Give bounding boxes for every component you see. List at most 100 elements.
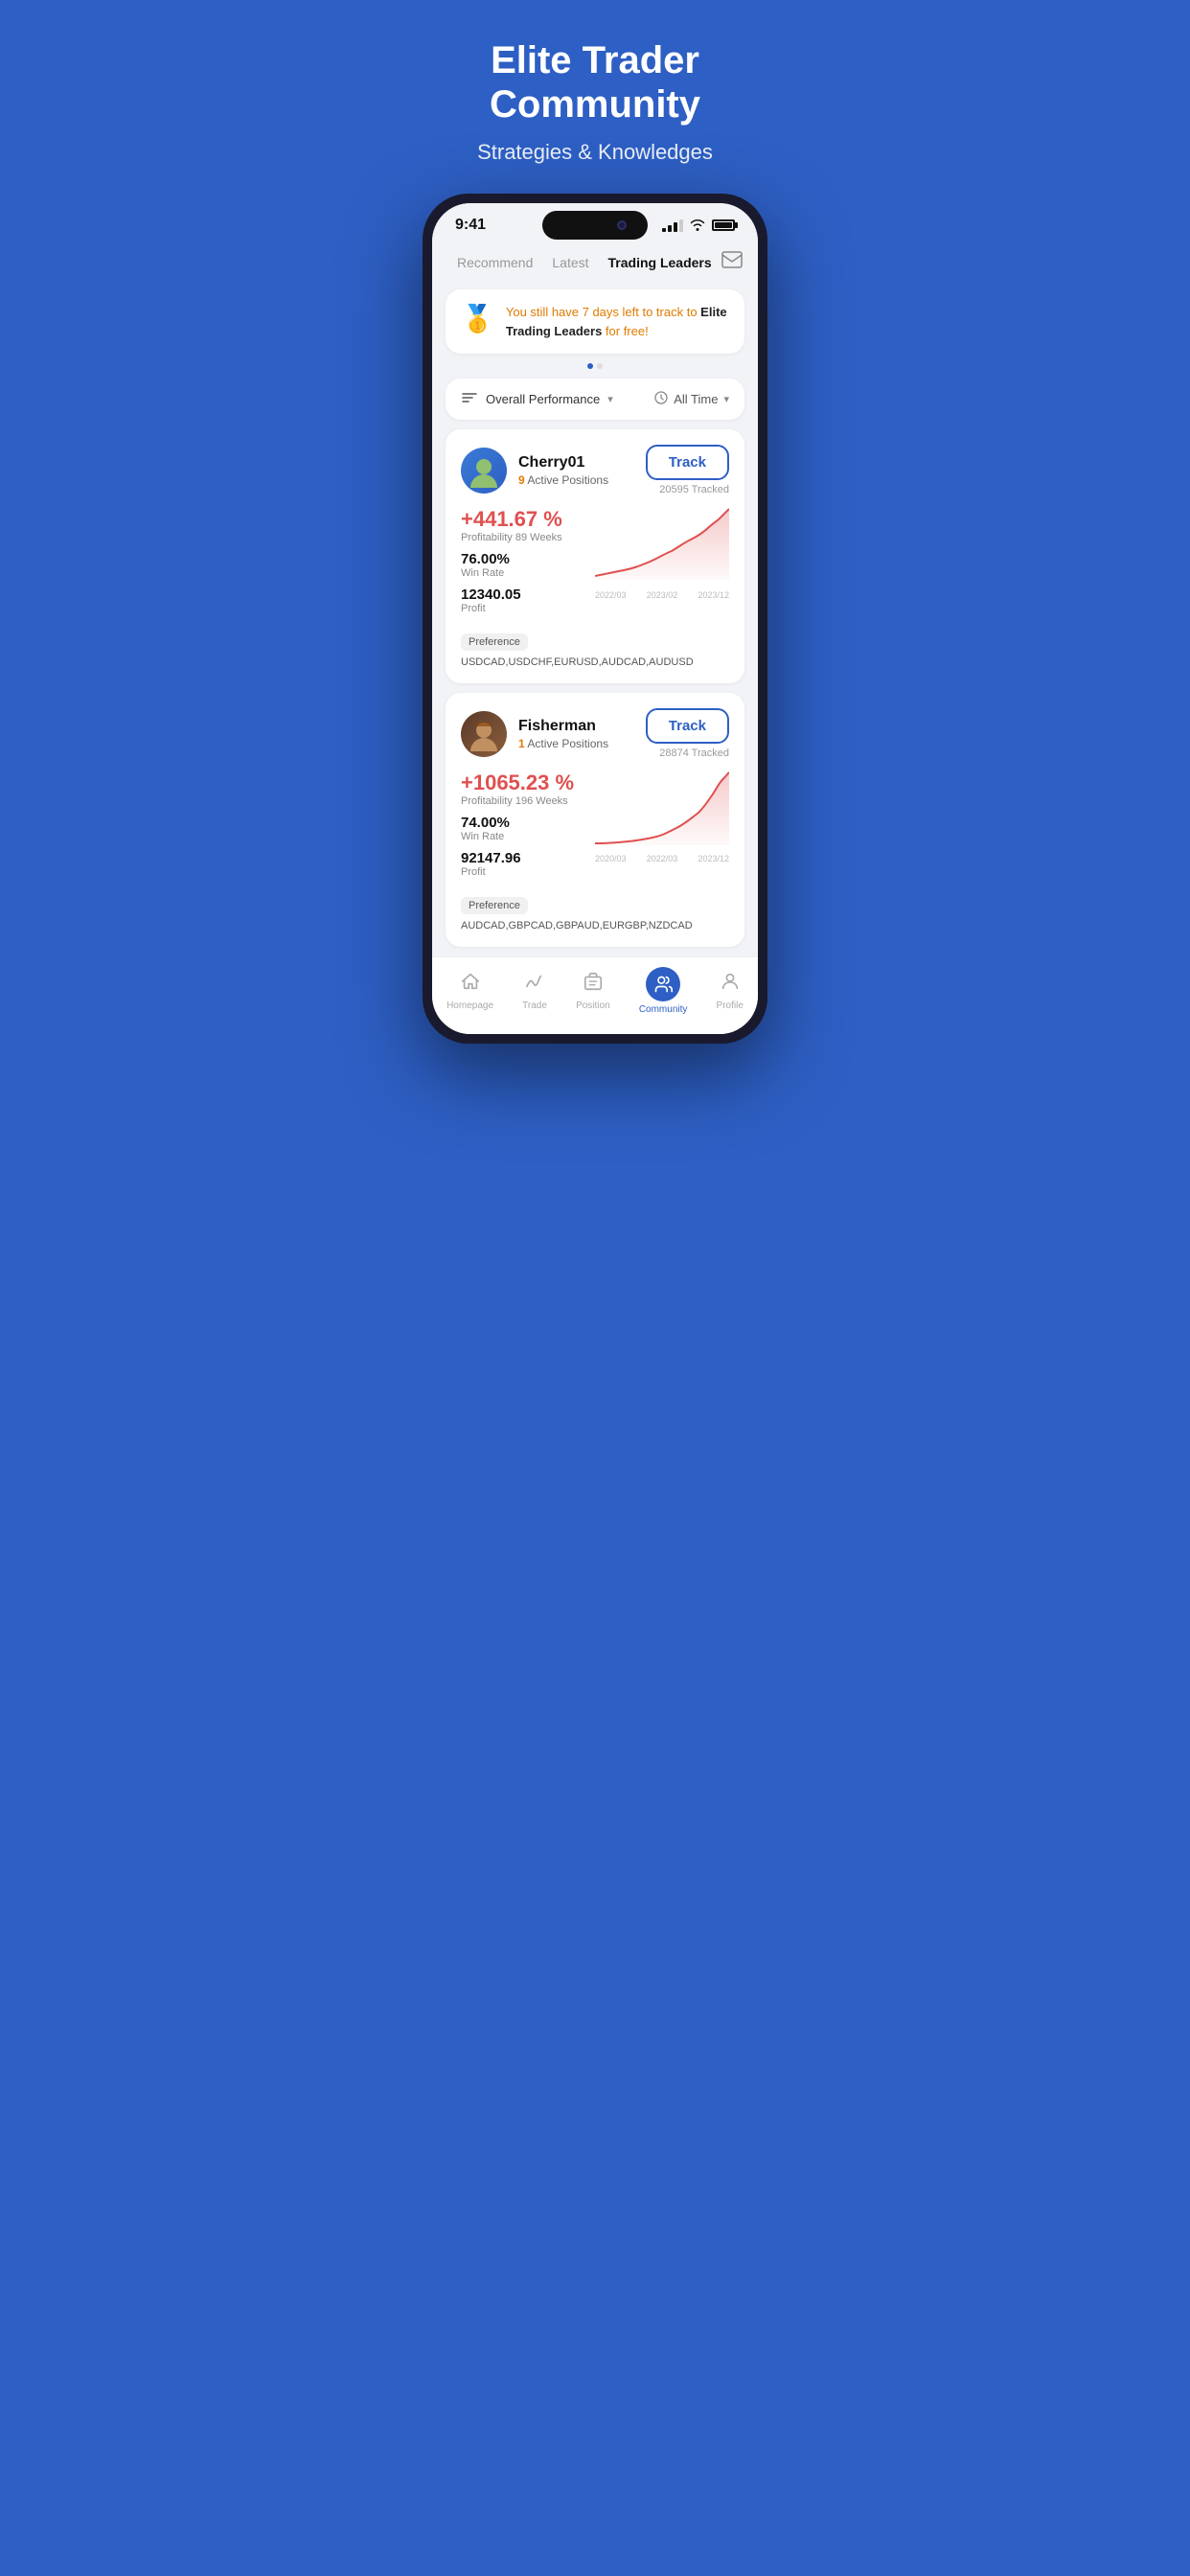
profitability-label-cherry01: Profitability 89 Weeks — [461, 532, 584, 543]
preference-tag-fisherman: Preference — [461, 897, 528, 914]
wifi-icon — [689, 218, 706, 234]
profit-label-fisherman: Profit — [461, 866, 584, 878]
nav-label-homepage: Homepage — [446, 1000, 493, 1011]
track-button-cherry01[interactable]: Track — [646, 445, 729, 480]
avatar-cherry01 — [461, 448, 507, 494]
trader-positions-cherry01: 9 Active Positions — [518, 473, 608, 487]
tracked-count-fisherman: 28874 Tracked — [659, 748, 729, 759]
chart-dates-cherry01: 2022/03 2023/02 2023/12 — [595, 588, 729, 600]
track-button-fisherman[interactable]: Track — [646, 708, 729, 744]
win-rate-value-fisherman: 74.00% — [461, 815, 584, 831]
profile-icon — [720, 971, 741, 998]
trader-card-cherry01: Cherry01 9 Active Positions Track 20595 … — [446, 429, 744, 683]
promo-banner: 🥇 You still have 7 days left to track to… — [446, 289, 744, 354]
chart-date-f2: 2022/03 — [647, 854, 678, 863]
preference-row-fisherman: Preference AUDCAD,GBPCAD,GBPAUD,EURGBP,N… — [461, 897, 729, 932]
nav-label-trade: Trade — [522, 1000, 547, 1011]
profitability-label-fisherman: Profitability 196 Weeks — [461, 795, 584, 807]
home-icon — [460, 971, 481, 998]
promo-dots — [446, 363, 744, 369]
hero-subtitle: Strategies & Knowledges — [425, 140, 765, 165]
notch — [542, 211, 648, 240]
status-bar: 9:41 — [432, 203, 758, 242]
status-icons — [662, 218, 735, 234]
chart-dates-fisherman: 2020/03 2022/03 2023/12 — [595, 852, 729, 863]
trader-info-fisherman: Fisherman 1 Active Positions — [461, 711, 608, 757]
win-rate-value-cherry01: 76.00% — [461, 551, 584, 567]
mail-icon[interactable] — [721, 251, 743, 274]
nav-item-community[interactable]: Community — [639, 967, 688, 1015]
trader-details-fisherman: Fisherman 1 Active Positions — [518, 718, 608, 750]
profit-row-fisherman: 92147.96 Profit — [461, 850, 584, 878]
phone-wrapper: 9:41 — [397, 194, 793, 1063]
chart-date-1: 2022/03 — [595, 590, 627, 600]
win-rate-row-cherry01: 76.00% Win Rate — [461, 551, 584, 579]
trader-stats-fisherman: +1065.23 % Profitability 196 Weeks 74.00… — [461, 770, 584, 886]
hero-title: Elite TraderCommunity — [425, 38, 765, 126]
status-time: 9:41 — [455, 217, 486, 234]
trader-details-cherry01: Cherry01 9 Active Positions — [518, 454, 608, 487]
chevron-down-icon: ▾ — [607, 393, 613, 405]
trader-card-fisherman: Fisherman 1 Active Positions Track 28874… — [446, 693, 744, 947]
clock-icon — [654, 391, 668, 407]
chart-fisherman: 2020/03 2022/03 2023/12 — [595, 770, 729, 886]
trader-stats-cherry01: +441.67 % Profitability 89 Weeks 76.00% … — [461, 507, 584, 622]
profit-label-cherry01: Profit — [461, 603, 584, 614]
time-filter[interactable]: All Time ▾ — [654, 391, 729, 407]
trader-info-cherry01: Cherry01 9 Active Positions — [461, 448, 608, 494]
sort-icon — [461, 390, 478, 408]
trader-body-fisherman: +1065.23 % Profitability 196 Weeks 74.00… — [461, 770, 729, 886]
track-btn-col-fisherman: Track 28874 Tracked — [646, 708, 729, 759]
position-icon — [583, 971, 604, 998]
chart-date-f1: 2020/03 — [595, 854, 627, 863]
tab-recommend[interactable]: Recommend — [447, 251, 542, 274]
nav-item-trade[interactable]: Trade — [522, 971, 547, 1011]
promo-text: You still have 7 days left to track to E… — [506, 303, 729, 340]
profit-pct-cherry01: +441.67 % — [461, 507, 584, 532]
chevron-down-icon-2: ▾ — [723, 393, 729, 405]
tab-trading-leaders[interactable]: Trading Leaders — [599, 251, 721, 274]
preference-pairs-cherry01: USDCAD,USDCHF,EURUSD,AUDCAD,AUDUSD — [461, 656, 694, 668]
trader-body-cherry01: +441.67 % Profitability 89 Weeks 76.00% … — [461, 507, 729, 622]
chart-date-f3: 2023/12 — [698, 854, 729, 863]
nav-item-profile[interactable]: Profile — [717, 971, 744, 1011]
bottom-nav: Homepage Trade — [432, 956, 758, 1034]
notch-camera — [617, 220, 627, 230]
win-rate-label-fisherman: Win Rate — [461, 831, 584, 842]
track-btn-col-cherry01: Track 20595 Tracked — [646, 445, 729, 495]
tracked-count-cherry01: 20595 Tracked — [659, 484, 729, 495]
screen-content: 🥇 You still have 7 days left to track to… — [432, 282, 758, 947]
phone-frame: 9:41 — [423, 194, 767, 1044]
trader-header-cherry01: Cherry01 9 Active Positions Track 20595 … — [461, 445, 729, 495]
avatar-fisherman — [461, 711, 507, 757]
trader-name-cherry01: Cherry01 — [518, 454, 608, 472]
chart-date-3: 2023/12 — [698, 590, 729, 600]
trader-header-fisherman: Fisherman 1 Active Positions Track 28874… — [461, 708, 729, 759]
profit-row-cherry01: 12340.05 Profit — [461, 586, 584, 614]
preference-tag-cherry01: Preference — [461, 633, 528, 651]
signal-bars-icon — [662, 219, 683, 232]
dot-1 — [597, 363, 603, 369]
nav-item-homepage[interactable]: Homepage — [446, 971, 493, 1011]
nav-label-position: Position — [576, 1000, 610, 1011]
win-rate-label-cherry01: Win Rate — [461, 567, 584, 579]
profit-value-fisherman: 92147.96 — [461, 850, 584, 866]
hero-section: Elite TraderCommunity Strategies & Knowl… — [397, 0, 793, 194]
performance-filter[interactable]: Overall Performance ▾ — [461, 390, 613, 408]
profit-pct-fisherman: +1065.23 % — [461, 770, 584, 795]
community-circle — [646, 967, 680, 1001]
nav-label-profile: Profile — [717, 1000, 744, 1011]
preference-row-cherry01: Preference USDCAD,USDCHF,EURUSD,AUDCAD,A… — [461, 633, 729, 668]
tab-latest[interactable]: Latest — [542, 251, 598, 274]
chart-cherry01: 2022/03 2023/02 2023/12 — [595, 507, 729, 622]
trader-positions-fisherman: 1 Active Positions — [518, 737, 608, 750]
battery-icon — [712, 219, 735, 231]
chart-date-2: 2023/02 — [647, 590, 678, 600]
promo-highlight: You still have 7 days left to track to — [506, 305, 700, 319]
nav-item-position[interactable]: Position — [576, 971, 610, 1011]
trader-name-fisherman: Fisherman — [518, 718, 608, 735]
preference-pairs-fisherman: AUDCAD,GBPCAD,GBPAUD,EURGBP,NZDCAD — [461, 920, 693, 932]
filter-bar[interactable]: Overall Performance ▾ All Time ▾ — [446, 379, 744, 420]
profit-value-cherry01: 12340.05 — [461, 586, 584, 603]
nav-tabs: Recommend Latest Trading Leaders — [432, 242, 758, 282]
